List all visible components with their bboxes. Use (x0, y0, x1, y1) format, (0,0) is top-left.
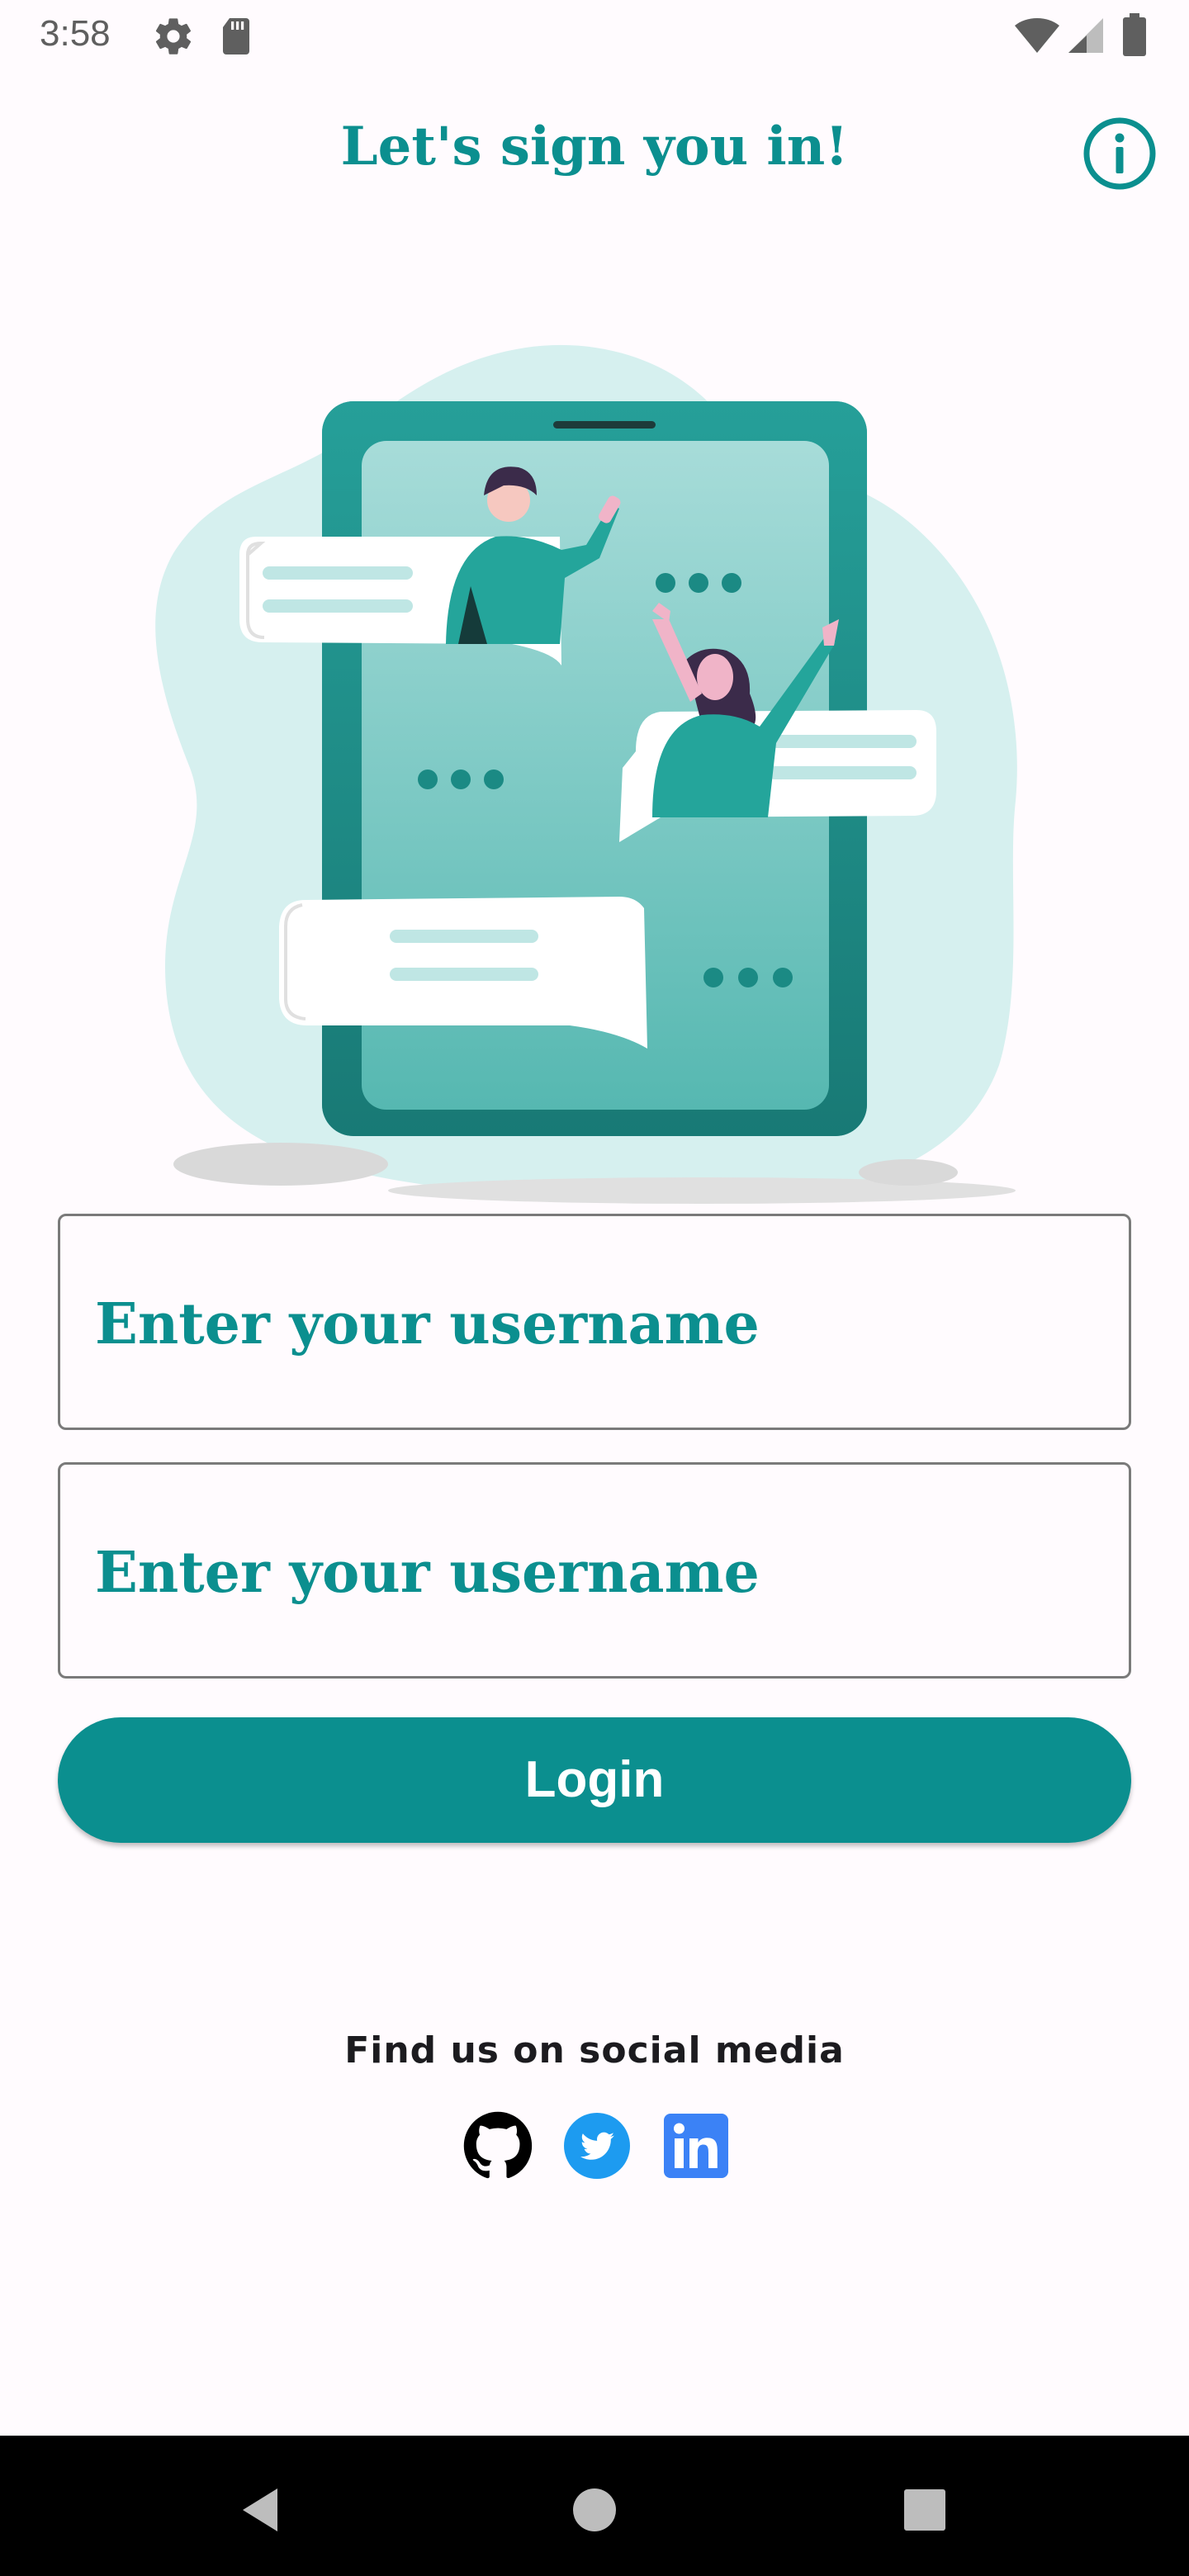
github-link[interactable] (462, 2110, 533, 2181)
signal-icon (1068, 18, 1103, 53)
twitter-icon (564, 2113, 630, 2179)
sd-card-icon (223, 18, 249, 54)
status-time: 3:58 (40, 13, 111, 54)
battery-icon (1123, 13, 1146, 56)
back-button[interactable] (231, 2477, 297, 2543)
recents-icon (904, 2489, 945, 2531)
linkedin-link[interactable] (661, 2110, 732, 2181)
linkedin-icon (664, 2114, 728, 2178)
social-heading: Find us on social media (344, 2029, 845, 2072)
home-button[interactable] (561, 2477, 628, 2543)
username-field[interactable]: Enter your username (58, 1214, 1131, 1430)
back-icon (243, 2488, 277, 2531)
status-bar: 3:58 (0, 0, 1189, 69)
twitter-link[interactable] (561, 2110, 632, 2181)
page-title: Let's sign you in! (340, 116, 849, 178)
gear-icon (155, 18, 192, 54)
login-button-label: Login (524, 1751, 665, 1808)
chat-illustration (155, 344, 1017, 1204)
username-placeholder: Enter your username (95, 1291, 760, 1357)
typing-dots (656, 573, 741, 593)
recents-button[interactable] (892, 2477, 958, 2543)
home-icon (573, 2488, 616, 2531)
info-icon (1083, 117, 1156, 190)
info-button[interactable] (1082, 116, 1158, 192)
login-button[interactable]: Login (58, 1717, 1131, 1843)
password-field[interactable]: Enter your username (58, 1462, 1131, 1679)
github-icon (463, 2111, 533, 2179)
wifi-icon (1015, 18, 1059, 53)
password-placeholder: Enter your username (95, 1540, 760, 1606)
